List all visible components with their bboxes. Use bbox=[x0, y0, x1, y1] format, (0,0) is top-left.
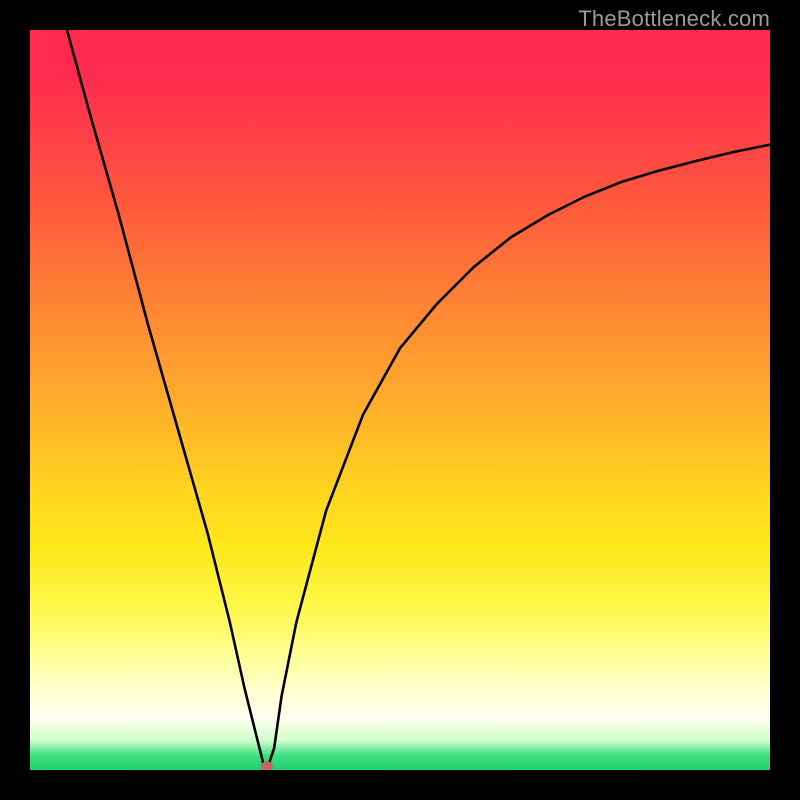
watermark-label: TheBottleneck.com bbox=[578, 6, 770, 32]
chart-container: TheBottleneck.com bbox=[0, 0, 800, 800]
plot-area bbox=[30, 30, 770, 770]
bottleneck-curve bbox=[67, 30, 770, 770]
curve-layer bbox=[30, 30, 770, 770]
